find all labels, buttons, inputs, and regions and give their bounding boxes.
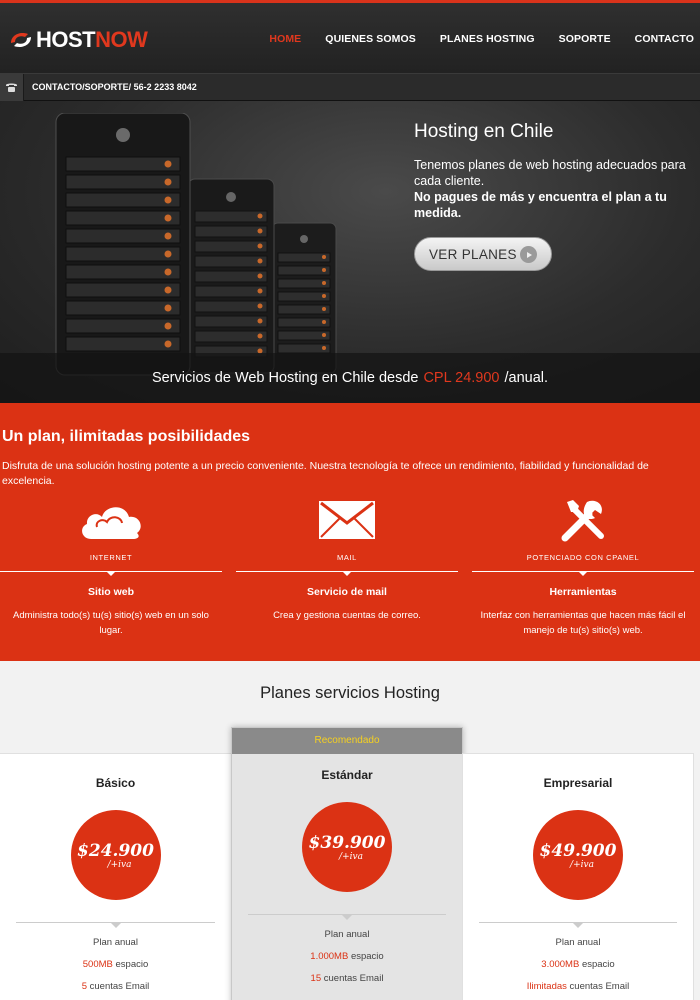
plan-name: Estándar <box>321 768 373 782</box>
nav-planes-hosting[interactable]: PLANES HOSTING <box>440 33 535 45</box>
plan-feature: 15 cuentas Email <box>232 973 462 984</box>
servers-illustration <box>55 113 337 376</box>
feature-desc: Crea y gestiona cuentas de correo. <box>273 610 421 621</box>
logo-now: NOW <box>95 27 148 52</box>
tools-icon <box>472 495 694 545</box>
plan-feature-text: espacio <box>579 959 615 970</box>
plan-feature: 5 cuentas Email <box>0 981 231 992</box>
plan-price: $39.900 <box>308 832 386 853</box>
feature-caption: INTERNET <box>89 553 133 562</box>
contact-text: CONTACTO/SOPORTE/ 56-2 2233 8042 <box>32 82 197 92</box>
plan-feature-value: Ilimitadas <box>526 981 567 992</box>
logo[interactable]: HOSTNOW <box>8 27 148 53</box>
plan-feature-text: espacio <box>112 959 149 970</box>
hero-desc-bold: No pagues de más y encuentra el plan a t… <box>414 190 667 220</box>
plan-feature: Plan anual <box>324 929 370 940</box>
hero-desc-text: Tenemos planes de web hosting adecuados … <box>414 158 686 188</box>
plan-feature-value: 3.000MB <box>541 959 580 970</box>
features-section: Un plan, ilimitadas posibilidades Disfru… <box>0 403 700 661</box>
plan-feature-text: cuentas Email <box>566 981 630 992</box>
price-badge: $24.900 /+iva <box>70 810 161 900</box>
feature-title: Herramientas <box>549 586 617 598</box>
feature-desc: Interfaz con herramientas que hacen más … <box>480 610 686 636</box>
play-icon <box>520 246 537 263</box>
recommended-badge: Recomendado <box>232 728 462 754</box>
feature-divider <box>0 571 222 576</box>
plan-divider <box>479 922 677 928</box>
phone-icon <box>0 74 24 101</box>
nav-soporte[interactable]: SOPORTE <box>559 33 611 45</box>
plan-feature: Plan anual <box>93 937 138 948</box>
feature-internet: INTERNET Sitio web Administra todo(s) tu… <box>0 495 222 638</box>
features-title: Un plan, ilimitadas posibilidades <box>2 428 251 445</box>
plan-feature-text: cuentas Email <box>321 973 384 984</box>
nav-quienes-somos[interactable]: QUIENES SOMOS <box>325 33 416 45</box>
plan-card-basico[interactable]: Básico $24.900 /+iva Plan anual 500MB es… <box>0 753 232 1000</box>
plan-card-estandar[interactable]: Recomendado Estándar $39.900 /+iva Plan … <box>231 727 463 1000</box>
logo-host: HOST <box>36 27 96 52</box>
ver-planes-label: VER PLANES <box>429 246 517 262</box>
ver-planes-button[interactable]: VER PLANES <box>414 237 552 271</box>
feature-title: Sitio web <box>87 586 135 598</box>
plan-feature: Ilimitadas cuentas Email <box>463 981 693 992</box>
hero-price-band: Servicios de Web Hosting en Chile desde … <box>0 353 700 403</box>
feature-tools: POTENCIADO CON CPANEL Herramientas Inter… <box>472 495 694 638</box>
band-suffix: /anual. <box>504 370 549 386</box>
feature-desc: Administra todo(s) tu(s) sitio(s) web en… <box>13 610 209 636</box>
nav-home[interactable]: HOME <box>269 33 301 45</box>
plans-section: Planes servicios Hosting Básico $24.900 … <box>0 661 700 1000</box>
plan-feature-value: 1.000MB <box>310 951 349 962</box>
plan-price: $49.900 <box>539 840 617 861</box>
envelope-icon <box>236 495 458 545</box>
nav-contacto[interactable]: CONTACTO <box>635 33 694 45</box>
contact-bar: CONTACTO/SOPORTE/ 56-2 2233 8042 <box>0 73 700 101</box>
plan-divider <box>16 922 215 928</box>
price-badge: $39.900 /+iva <box>302 802 392 892</box>
plan-feature: 1.000MB espacio <box>232 951 462 962</box>
plan-feature: 500MB espacio <box>0 959 231 970</box>
plan-price: $24.900 <box>77 840 154 861</box>
feature-title: Servicio de mail <box>307 586 387 598</box>
plan-feature-value: 15 <box>310 973 322 984</box>
plan-feature: 3.000MB espacio <box>463 959 693 970</box>
price-badge: $49.900 /+iva <box>533 810 623 900</box>
feature-mail: MAIL Servicio de mail Crea y gestiona cu… <box>236 495 458 623</box>
plan-feature-text: cuentas Email <box>86 981 150 992</box>
band-price: CPL 24.900 <box>423 370 500 386</box>
plan-card-empresarial[interactable]: Empresarial $49.900 /+iva Plan anual 3.0… <box>462 753 694 1000</box>
feature-divider <box>472 571 694 576</box>
plan-divider <box>248 914 446 920</box>
plan-iva: /+iva <box>107 859 132 870</box>
plan-feature-value: 500MB <box>82 959 113 970</box>
plan-iva: /+iva <box>570 859 594 870</box>
plan-name: Básico <box>95 776 136 790</box>
main-nav: HOME QUIENES SOMOS PLANES HOSTING SOPORT… <box>245 33 694 45</box>
cloud-icon <box>0 495 222 545</box>
plan-feature: Plan anual <box>555 937 601 948</box>
hero-description: Tenemos planes de web hosting adecuados … <box>414 157 694 221</box>
features-description: Disfruta de una solución hosting potente… <box>2 460 649 487</box>
hero-title: Hosting en Chile <box>414 121 554 142</box>
plan-name: Empresarial <box>543 776 613 790</box>
logo-text: HOSTNOW <box>36 27 148 53</box>
band-text: Servicios de Web Hosting en Chile desde <box>151 370 419 386</box>
feature-caption: MAIL <box>337 553 357 562</box>
feature-divider <box>236 571 458 576</box>
plan-iva: /+iva <box>339 851 363 862</box>
feature-caption: POTENCIADO CON CPANEL <box>526 553 640 562</box>
hero-banner: Hosting en Chile Tenemos planes de web h… <box>0 101 700 403</box>
site-header: HOSTNOW HOME QUIENES SOMOS PLANES HOSTIN… <box>0 0 700 73</box>
logo-icon <box>11 33 31 47</box>
plans-title: Planes servicios Hosting <box>260 684 440 702</box>
plan-feature-text: espacio <box>348 951 384 962</box>
